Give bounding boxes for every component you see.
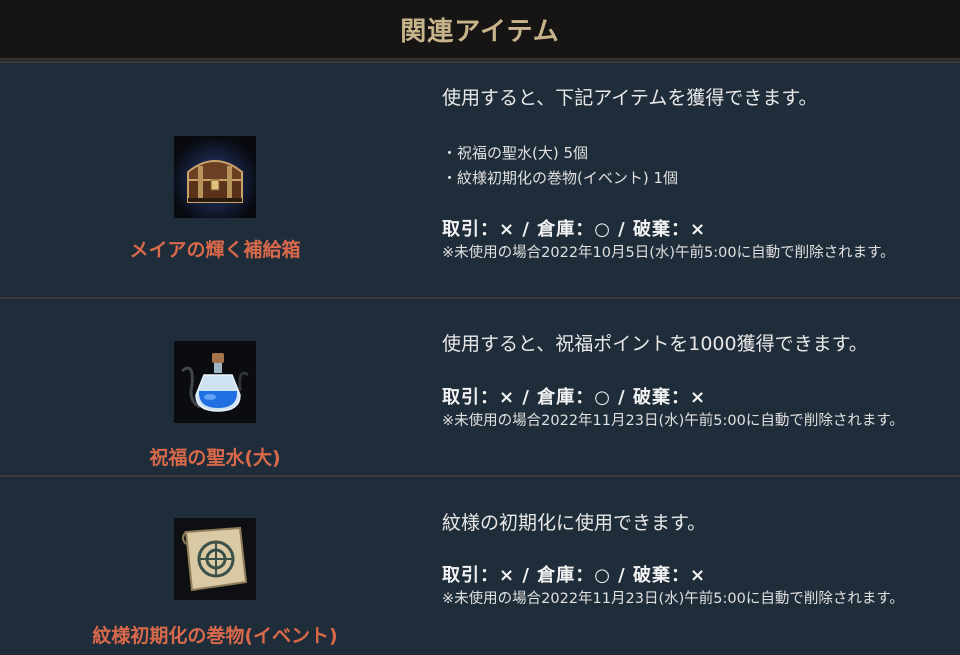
item-info: メイアの輝く補給箱	[0, 63, 430, 297]
item-row-reset-scroll: 紋様初期化の巻物(イベント) 紋様の初期化に使用できます。 取引：× / 倉庫：…	[0, 475, 960, 655]
related-items-panel: 関連アイテム メイアの輝く補給箱 使用すると、下記アイテムを獲得できます。 ・祝…	[0, 0, 960, 655]
item-description: 紋様の初期化に使用できます。 取引：× / 倉庫：○ / 破棄：× ※未使用の場…	[442, 477, 952, 655]
panel-title: 関連アイテム	[400, 16, 560, 47]
item-description: 使用すると、下記アイテムを獲得できます。 ・祝福の聖水(大) 5個 ・紋様初期化…	[442, 63, 952, 297]
item-row-holy-water: 祝福の聖水(大) 使用すると、祝福ポイントを1000獲得できます。 取引：× /…	[0, 297, 960, 475]
description-text: 使用すると、下記アイテムを獲得できます。	[442, 87, 818, 109]
item-info: 紋様初期化の巻物(イベント)	[0, 477, 430, 655]
item-row-supply-box: メイアの輝く補給箱 使用すると、下記アイテムを獲得できます。 ・祝福の聖水(大)…	[0, 61, 960, 297]
trade-status: 取引：× / 倉庫：○ / 破棄：×	[442, 219, 707, 240]
trade-status: 取引：× / 倉庫：○ / 破棄：×	[442, 387, 707, 408]
expiry-note: ※未使用の場合2022年10月5日(水)午前5:00に自動で削除されます。	[442, 245, 895, 261]
item-description: 使用すると、祝福ポイントを1000獲得できます。 取引：× / 倉庫：○ / 破…	[442, 299, 952, 475]
item-info: 祝福の聖水(大)	[0, 299, 430, 475]
scroll-icon[interactable]	[174, 518, 256, 600]
description-text: 使用すると、祝福ポイントを1000獲得できます。	[442, 333, 868, 355]
item-name[interactable]: 祝福の聖水(大)	[0, 443, 430, 470]
reward-bullet: ・紋様初期化の巻物(イベント) 1個	[442, 169, 679, 187]
holy-water-bottle-icon[interactable]	[174, 341, 256, 423]
expiry-note: ※未使用の場合2022年11月23日(水)午前5:00に自動で削除されます。	[442, 591, 904, 607]
item-name[interactable]: メイアの輝く補給箱	[0, 235, 430, 262]
reward-bullet: ・祝福の聖水(大) 5個	[442, 144, 589, 162]
trade-status: 取引：× / 倉庫：○ / 破棄：×	[442, 565, 707, 586]
treasure-chest-icon[interactable]	[174, 136, 256, 218]
panel-header: 関連アイテム	[0, 0, 960, 60]
item-name[interactable]: 紋様初期化の巻物(イベント)	[0, 621, 430, 648]
expiry-note: ※未使用の場合2022年11月23日(水)午前5:00に自動で削除されます。	[442, 413, 904, 429]
description-text: 紋様の初期化に使用できます。	[442, 512, 707, 534]
